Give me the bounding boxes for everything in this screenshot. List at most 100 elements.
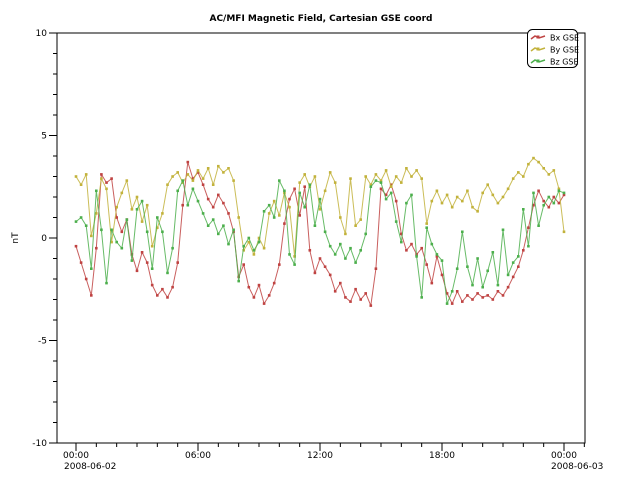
data-point-marker xyxy=(563,192,566,195)
data-point-marker xyxy=(222,202,225,205)
data-point-marker xyxy=(248,237,251,240)
data-point-marker xyxy=(151,284,154,287)
data-point-marker xyxy=(420,177,423,180)
data-point-marker xyxy=(298,192,301,195)
data-point-marker xyxy=(90,294,93,297)
data-point-marker xyxy=(105,188,108,191)
data-point-marker xyxy=(298,181,301,184)
data-point-marker xyxy=(532,192,535,195)
data-point-marker xyxy=(303,185,306,188)
data-point-marker xyxy=(339,282,342,285)
data-point-marker xyxy=(222,224,225,227)
data-point-marker xyxy=(334,253,337,256)
data-point-marker xyxy=(298,214,301,217)
data-point-marker xyxy=(288,198,291,201)
data-point-marker xyxy=(156,216,159,219)
data-point-marker xyxy=(349,247,352,250)
data-point-marker xyxy=(278,179,281,182)
data-point-marker xyxy=(80,216,83,219)
data-point-marker xyxy=(171,247,174,250)
data-point-marker xyxy=(375,179,378,182)
data-point-marker xyxy=(364,233,367,236)
data-point-marker xyxy=(126,218,129,221)
data-point-marker xyxy=(75,245,78,248)
data-point-marker xyxy=(242,263,245,266)
data-point-marker xyxy=(370,304,373,307)
data-point-marker xyxy=(405,202,408,205)
data-point-marker xyxy=(446,302,449,305)
data-point-marker xyxy=(553,202,556,205)
data-point-marker xyxy=(324,190,327,193)
data-point-marker xyxy=(344,233,347,236)
data-point-marker xyxy=(278,263,281,266)
data-point-marker xyxy=(110,229,113,232)
data-point-marker xyxy=(466,265,469,268)
data-point-marker xyxy=(131,259,134,262)
data-point-marker xyxy=(548,173,551,176)
data-point-marker xyxy=(268,212,271,215)
data-point-marker xyxy=(410,243,413,246)
data-point-marker xyxy=(176,261,179,264)
data-point-marker xyxy=(542,167,545,170)
legend-swatch-bz-marker xyxy=(537,60,540,63)
series-line-by-gse xyxy=(76,158,564,256)
legend: Bx GSE By GSE Bz GSE xyxy=(528,30,580,68)
y-tick-label: -10 xyxy=(32,439,47,449)
y-axis-label: nT xyxy=(11,232,21,244)
data-point-marker xyxy=(390,192,393,195)
data-point-marker xyxy=(288,206,291,209)
data-point-marker xyxy=(227,212,230,215)
data-point-marker xyxy=(537,161,540,164)
data-point-marker xyxy=(476,210,479,213)
data-point-marker xyxy=(517,255,520,258)
data-point-marker xyxy=(492,298,495,301)
figure-canvas: AC/MFI Magnetic Field, Cartesian GSE coo… xyxy=(0,0,640,480)
data-point-marker xyxy=(461,231,464,234)
data-point-marker xyxy=(171,286,174,289)
data-point-marker xyxy=(90,235,93,238)
data-point-marker xyxy=(146,261,149,264)
data-point-marker xyxy=(517,171,520,174)
legend-label-by: By GSE xyxy=(550,46,579,55)
data-point-marker xyxy=(390,185,393,188)
data-point-marker xyxy=(410,194,413,197)
data-point-marker xyxy=(456,267,459,270)
data-point-marker xyxy=(319,257,322,260)
data-point-marker xyxy=(151,245,154,248)
data-point-marker xyxy=(486,183,489,186)
data-point-marker xyxy=(309,183,312,186)
y-tick-label: -5 xyxy=(38,337,47,347)
data-point-marker xyxy=(507,286,510,289)
data-point-marker xyxy=(558,202,561,205)
data-point-marker xyxy=(212,206,215,209)
data-point-marker xyxy=(141,220,144,223)
data-point-marker xyxy=(319,208,322,211)
data-point-marker xyxy=(176,171,179,174)
data-point-marker xyxy=(181,204,184,207)
series-line-bx-gse xyxy=(76,162,564,306)
data-point-marker xyxy=(486,294,489,297)
data-point-marker xyxy=(451,302,454,305)
data-point-marker xyxy=(100,173,103,176)
data-point-marker xyxy=(329,171,332,174)
data-point-marker xyxy=(187,161,190,164)
data-point-marker xyxy=(197,169,200,172)
data-point-marker xyxy=(303,206,306,209)
data-point-marker xyxy=(131,208,134,211)
start-date-label: 2008-06-02 xyxy=(64,462,116,472)
data-point-marker xyxy=(110,177,113,180)
data-point-marker xyxy=(415,255,418,258)
data-point-marker xyxy=(527,245,530,248)
data-point-marker xyxy=(85,278,88,281)
data-point-marker xyxy=(548,196,551,199)
data-point-marker xyxy=(512,177,515,180)
data-point-marker xyxy=(553,196,556,199)
series-markers-bx-gse xyxy=(75,161,566,307)
data-point-marker xyxy=(486,270,489,273)
data-point-marker xyxy=(364,292,367,295)
data-point-marker xyxy=(415,169,418,172)
data-point-marker xyxy=(405,167,408,170)
data-point-marker xyxy=(141,200,144,203)
data-point-marker xyxy=(344,257,347,260)
data-point-marker xyxy=(161,288,164,291)
